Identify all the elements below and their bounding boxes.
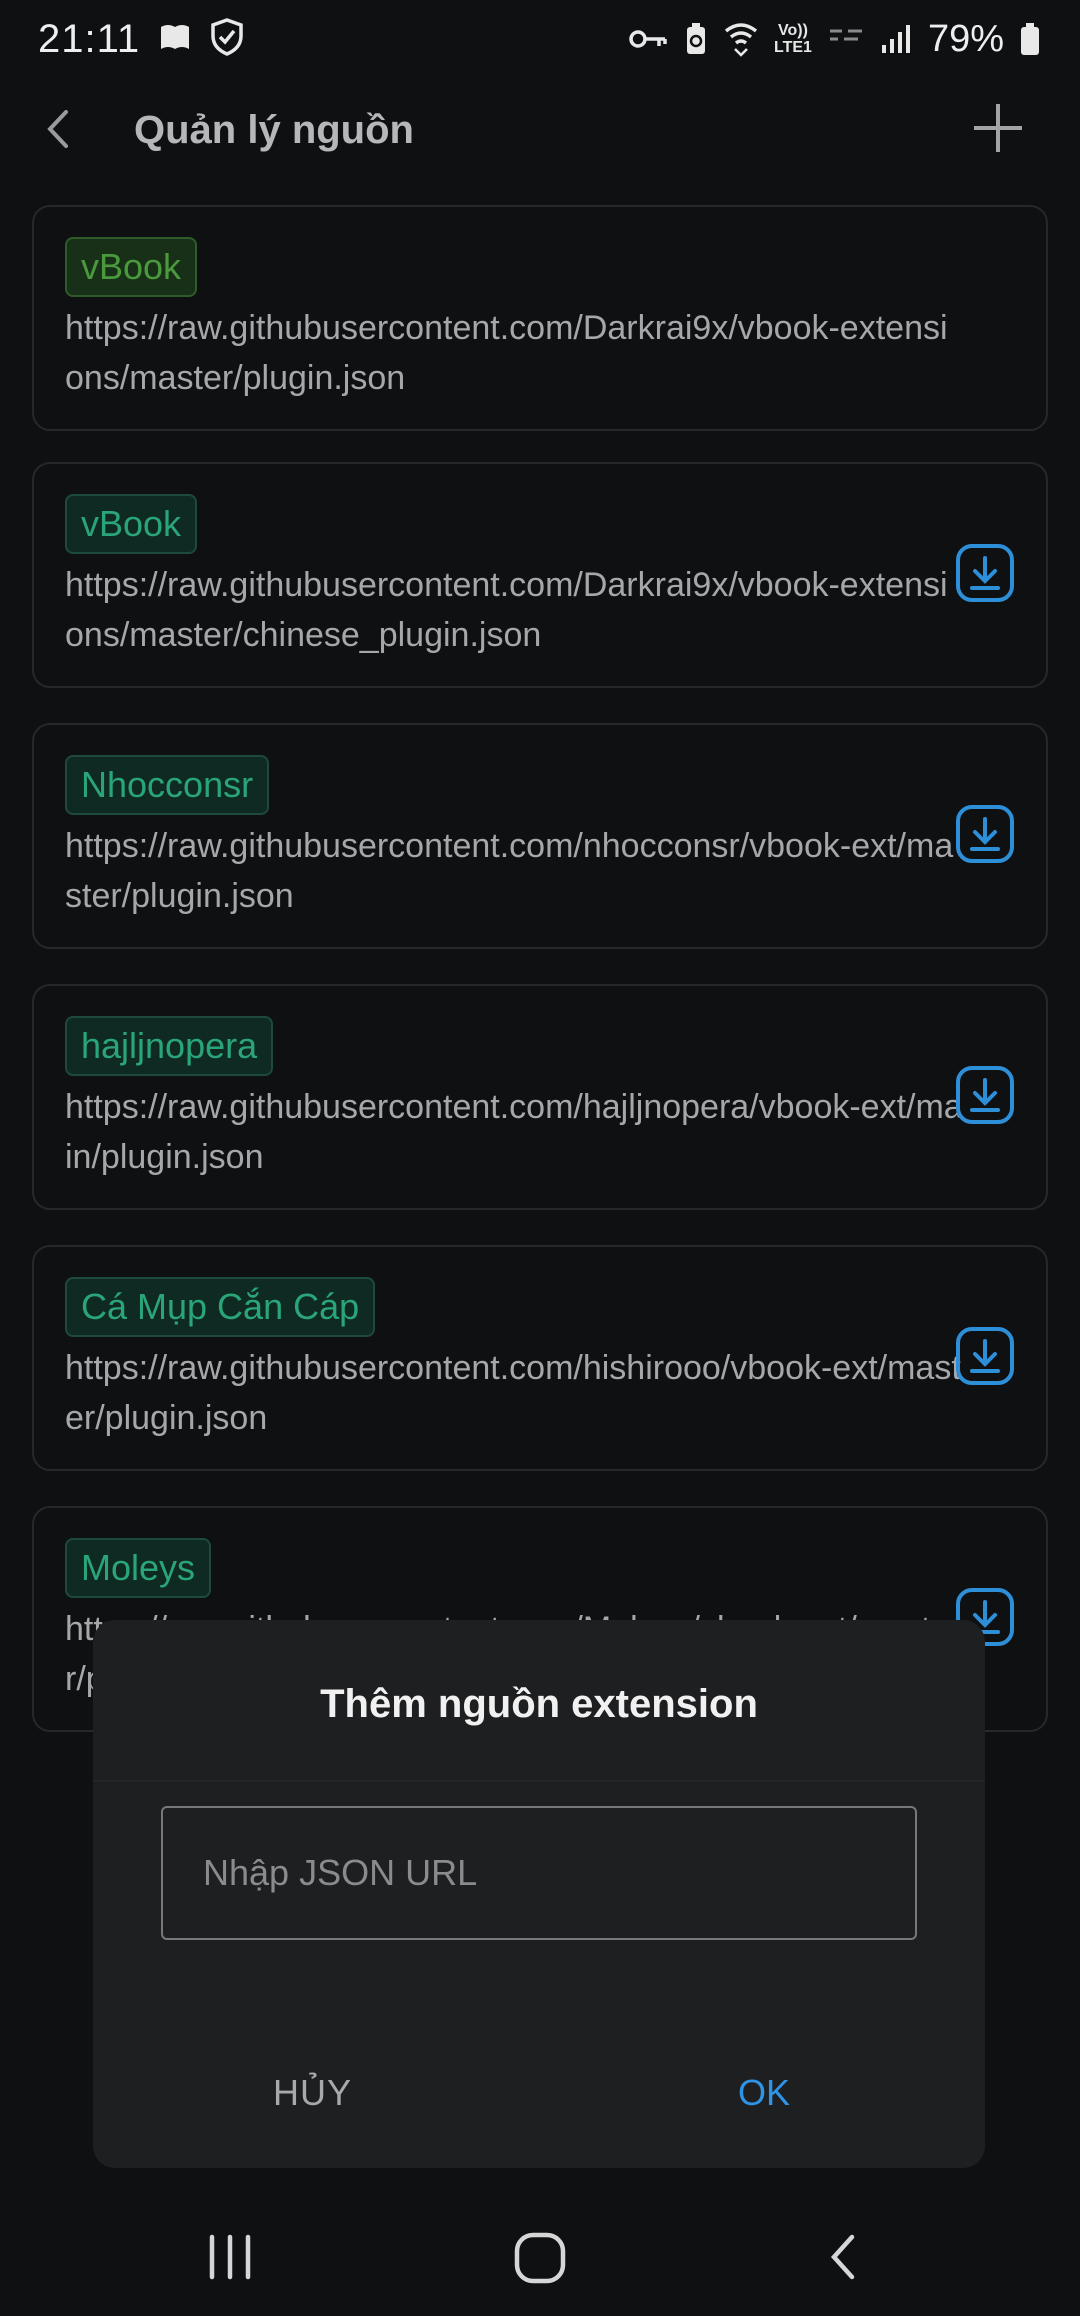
- add-source-dialog: Thêm nguồn extension HỦY OK: [93, 1620, 985, 2168]
- recent-apps-icon: [209, 2234, 251, 2280]
- system-nav-bar: [0, 2200, 1080, 2316]
- dialog-title: Thêm nguồn extension: [320, 1682, 758, 1726]
- chevron-left-icon: [830, 2234, 855, 2280]
- cancel-button[interactable]: HỦY: [273, 2072, 352, 2114]
- dialog-divider: [93, 1780, 985, 1782]
- ok-button[interactable]: OK: [738, 2072, 790, 2114]
- home-button[interactable]: [512, 2230, 568, 2291]
- home-icon: [514, 2232, 566, 2284]
- recent-apps-button[interactable]: [208, 2234, 252, 2285]
- json-url-input[interactable]: [161, 1806, 917, 1940]
- system-back-button[interactable]: [822, 2232, 866, 2287]
